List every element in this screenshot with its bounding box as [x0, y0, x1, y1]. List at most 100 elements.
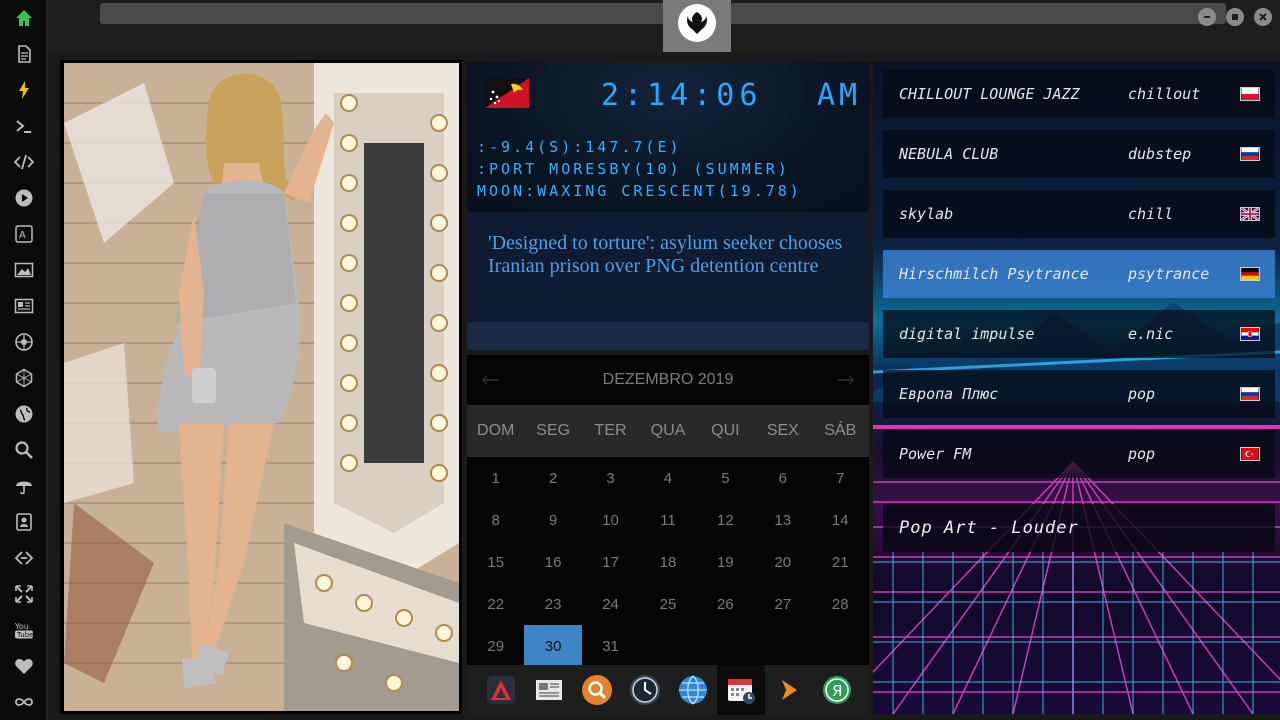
calendar-day[interactable]: 9: [524, 499, 581, 541]
calendar-prev-button[interactable]: ←: [481, 368, 499, 393]
calendar-day[interactable]: 20: [754, 541, 811, 583]
calendar-day[interactable]: 31: [582, 625, 639, 667]
dock-item-yandex[interactable]: Я: [813, 665, 861, 715]
app-dock: Я: [467, 665, 869, 715]
svg-text:Tube: Tube: [16, 631, 33, 639]
calendar-day[interactable]: 29: [467, 625, 524, 667]
calendar-day[interactable]: 22: [467, 583, 524, 625]
radio-station-row[interactable]: Европа Плюс pop: [883, 370, 1275, 418]
sidebar-item-search[interactable]: [0, 432, 48, 468]
sidebar-item-link[interactable]: [0, 540, 48, 576]
home-icon: [16, 10, 32, 26]
radio-station-row-active[interactable]: Hirschmilch Psytrance psytrance: [883, 250, 1275, 298]
radio-station-row[interactable]: CHILLOUT LOUNGE JAZZ chillout: [883, 70, 1275, 118]
calendar-next-button[interactable]: →: [837, 368, 855, 393]
sidebar-item-youtube[interactable]: You Tube: [0, 612, 48, 648]
sidebar-item-expand[interactable]: [0, 576, 48, 612]
calendar-day[interactable]: 16: [524, 541, 581, 583]
calendar-day[interactable]: 3: [582, 457, 639, 499]
calendar-day[interactable]: 23: [524, 583, 581, 625]
calendar-day[interactable]: 11: [639, 499, 696, 541]
calendar-week: 15 16 17 18 19 20 21: [467, 541, 869, 583]
calendar-day-selected[interactable]: 30: [524, 625, 582, 667]
news-panel: 'Designed to torture': asylum seeker cho…: [467, 212, 869, 322]
dock-item-newspaper[interactable]: [525, 665, 573, 715]
sidebar-item-document[interactable]: [0, 36, 48, 72]
sidebar-item-rebel[interactable]: [0, 324, 48, 360]
rebel-logo-tab[interactable]: [663, 0, 731, 52]
dock-item-clock[interactable]: [621, 665, 669, 715]
calendar-day[interactable]: 17: [582, 541, 639, 583]
infinity-icon: [15, 698, 33, 706]
clock-coordinates: :-9.4(S):147.7(E): [477, 138, 682, 156]
calendar-day[interactable]: 14: [812, 499, 869, 541]
image-icon: [14, 262, 34, 278]
calendar-week: 22 23 24 25 26 27 28: [467, 583, 869, 625]
desktop: A You Tube 2:14:06 AM:-9.4(S):147.7(E) …: [0, 0, 1280, 720]
calendar-day[interactable]: 7: [812, 457, 869, 499]
now-playing-bar[interactable]: Pop Art - Louder: [883, 504, 1275, 552]
dock-item-search[interactable]: [573, 665, 621, 715]
sidebar-item-lightning[interactable]: [0, 72, 48, 108]
sidebar-item-code[interactable]: [0, 144, 48, 180]
calendar-day[interactable]: 19: [697, 541, 754, 583]
station-genre: chillout: [1128, 85, 1201, 103]
sidebar-item-heart[interactable]: [0, 648, 48, 684]
calendar-day[interactable]: 15: [467, 541, 524, 583]
station-genre: pop: [1128, 385, 1156, 403]
sidebar-item-home[interactable]: [0, 0, 48, 36]
calendar-day[interactable]: 4: [639, 457, 696, 499]
dock-item-launcher[interactable]: [477, 665, 525, 715]
radio-station-row[interactable]: Power FM pop: [883, 430, 1275, 478]
sidebar-item-infinity[interactable]: [0, 684, 48, 720]
sidebar-item-play[interactable]: [0, 180, 48, 216]
calendar-day[interactable]: 2: [524, 457, 581, 499]
sidebar-item-news[interactable]: [0, 288, 48, 324]
radio-station-row[interactable]: NEBULA CLUB dubstep: [883, 130, 1275, 178]
russia-flag-icon: [1240, 147, 1260, 161]
translate-icon: A: [15, 225, 33, 243]
station-genre: psytrance: [1128, 265, 1210, 283]
calendar-day[interactable]: 13: [754, 499, 811, 541]
now-playing-title: Pop Art - Louder: [899, 518, 1079, 538]
station-genre: dubstep: [1128, 145, 1192, 163]
calendar-day[interactable]: 21: [812, 541, 869, 583]
radio-station-row[interactable]: digital impulse e.nic: [883, 310, 1275, 358]
calendar-day[interactable]: 26: [697, 583, 754, 625]
calendar-day[interactable]: 6: [754, 457, 811, 499]
calendar-week: 1 2 3 4 5 6 7: [467, 457, 869, 499]
calendar-day[interactable]: 18: [639, 541, 696, 583]
top-bar: [48, 0, 1280, 52]
calendar-day[interactable]: 27: [754, 583, 811, 625]
sidebar-item-terminal[interactable]: [0, 108, 48, 144]
sidebar-item-umbrella[interactable]: [0, 468, 48, 504]
calendar-day[interactable]: 10: [582, 499, 639, 541]
dock-item-browser[interactable]: [669, 665, 717, 715]
sidebar-item-globe[interactable]: [0, 396, 48, 432]
sidebar-item-contacts[interactable]: [0, 504, 48, 540]
sidebar-item-translate[interactable]: A: [0, 216, 48, 252]
minimize-icon: [1204, 16, 1210, 18]
sidebar-item-image[interactable]: [0, 252, 48, 288]
dock-item-player[interactable]: [765, 665, 813, 715]
calendar-day[interactable]: 1: [467, 457, 524, 499]
calendar-day[interactable]: 25: [639, 583, 696, 625]
calendar-day[interactable]: 12: [697, 499, 754, 541]
world-clock-panel: 2:14:06 AM :-9.4(S):147.7(E) :PORT MORES…: [467, 62, 869, 212]
expand-icon: [15, 585, 33, 603]
calendar-day[interactable]: 24: [582, 583, 639, 625]
dock-item-calendar[interactable]: [717, 665, 765, 715]
calendar-day[interactable]: 5: [697, 457, 754, 499]
news-headline[interactable]: 'Designed to torture': asylum seeker cho…: [488, 232, 858, 278]
minimize-button[interactable]: [1198, 8, 1216, 26]
station-name: NEBULA CLUB: [899, 145, 999, 163]
maximize-button[interactable]: [1226, 8, 1244, 26]
radio-panel: CHILLOUT LOUNGE JAZZ chillout NEBULA CLU…: [873, 62, 1280, 714]
wallpaper-panel: [60, 60, 462, 714]
calendar-day[interactable]: 8: [467, 499, 524, 541]
heart-icon: [15, 659, 33, 674]
close-button[interactable]: [1254, 8, 1272, 26]
sidebar-item-hexagon[interactable]: [0, 360, 48, 396]
calendar-day[interactable]: 28: [812, 583, 869, 625]
radio-station-row[interactable]: skylab chill: [883, 190, 1275, 238]
